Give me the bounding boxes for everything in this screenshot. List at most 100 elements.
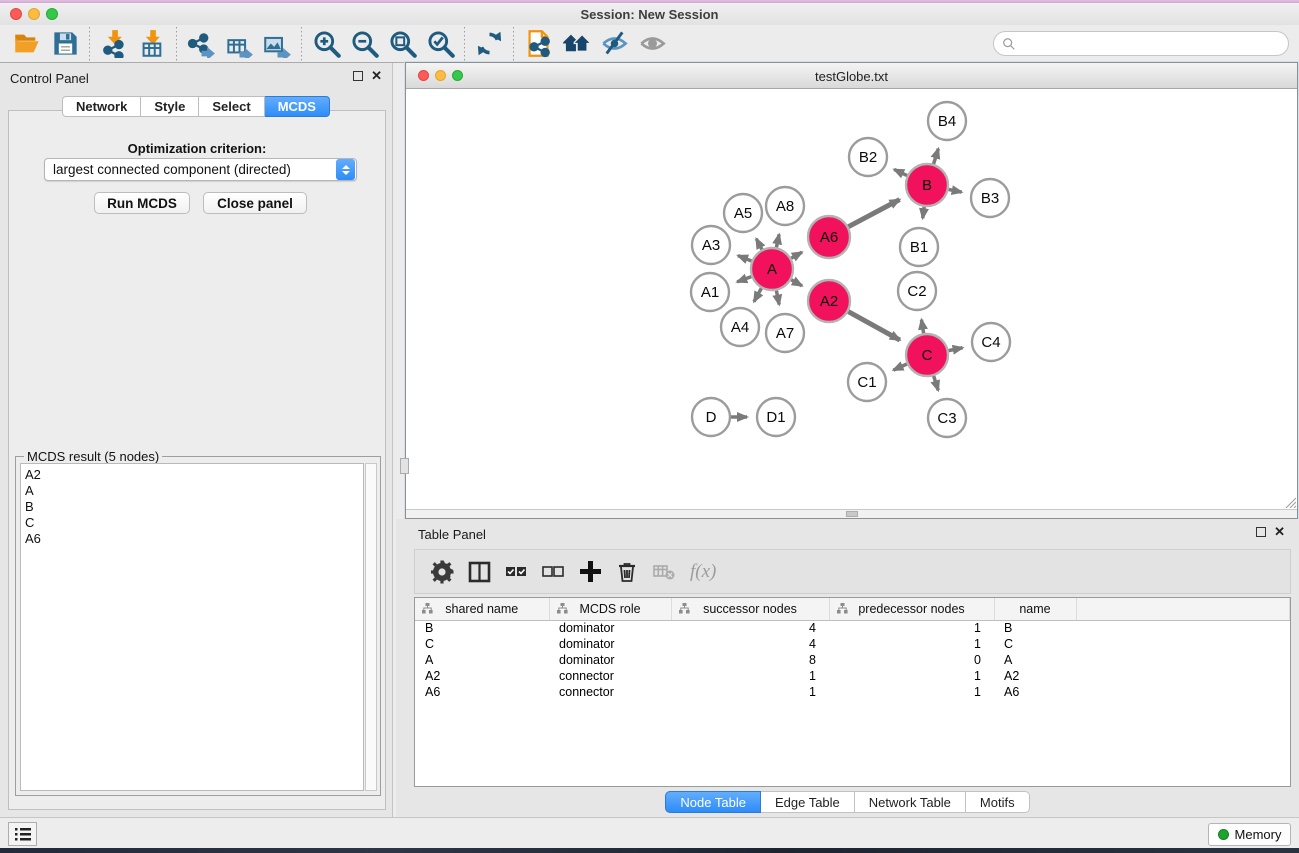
table-cell[interactable]: A6 (994, 684, 1076, 700)
table-cell[interactable]: 4 (671, 636, 829, 652)
float-table-panel-icon[interactable] (1256, 527, 1266, 537)
memory-button[interactable]: Memory (1208, 823, 1291, 846)
delete-column-button[interactable] (616, 557, 639, 587)
deselect-all-button[interactable] (542, 557, 565, 587)
table-cell[interactable]: A (415, 652, 549, 668)
column-header-name[interactable]: name (994, 598, 1076, 620)
resize-grip-icon[interactable] (1284, 496, 1296, 508)
table-cell[interactable]: A2 (415, 668, 549, 684)
mcds-result-item[interactable]: A2 (25, 467, 363, 483)
table-row[interactable]: A2connector11A2 (415, 668, 1290, 684)
network-horizontal-scrollbar[interactable] (406, 509, 1297, 518)
close-table-panel-icon[interactable]: ✕ (1274, 527, 1285, 537)
graph-node-A8[interactable]: A8 (766, 187, 804, 225)
graph-edge-A-A3[interactable] (738, 256, 752, 261)
table-cell[interactable]: 1 (671, 684, 829, 700)
column-header-MCDS-role[interactable]: MCDS role (549, 598, 671, 620)
import-table-button[interactable] (133, 27, 171, 61)
table-cell[interactable]: dominator (549, 620, 671, 636)
table-cell[interactable]: A6 (415, 684, 549, 700)
graph-node-A5[interactable]: A5 (724, 194, 762, 232)
table-cell[interactable]: C (415, 636, 549, 652)
graph-edge-A-A5[interactable] (756, 239, 762, 250)
tab-node-table[interactable]: Node Table (665, 791, 761, 813)
zoom-fit-button[interactable] (383, 27, 421, 61)
graph-edge-B-B4[interactable] (934, 149, 939, 164)
mcds-result-item[interactable]: A6 (25, 531, 363, 547)
graph-edge-B-B2[interactable] (894, 169, 907, 175)
graph-node-D1[interactable]: D1 (757, 398, 795, 436)
graph-edge-B-B1[interactable] (923, 207, 924, 218)
split-view-button[interactable] (468, 557, 491, 587)
column-header-successor-nodes[interactable]: successor nodes (671, 598, 829, 620)
graph-node-A3[interactable]: A3 (692, 226, 730, 264)
table-cell[interactable]: 8 (671, 652, 829, 668)
graph-edge-C-C3[interactable] (934, 376, 939, 390)
mcds-result-item[interactable]: A (25, 483, 363, 499)
graph-node-A1[interactable]: A1 (691, 273, 729, 311)
table-cell[interactable]: 1 (829, 636, 994, 652)
import-network-button[interactable] (95, 27, 133, 61)
column-header-shared-name[interactable]: shared name (415, 598, 549, 620)
graph-node-B[interactable]: B (906, 164, 948, 206)
table-cell[interactable]: B (415, 620, 549, 636)
graph-node-C2[interactable]: C2 (898, 272, 936, 310)
table-cell[interactable]: dominator (549, 636, 671, 652)
task-history-button[interactable] (8, 822, 37, 846)
tab-mcds[interactable]: MCDS (265, 96, 330, 117)
graph-node-B2[interactable]: B2 (849, 138, 887, 176)
graph-node-A2[interactable]: A2 (808, 280, 850, 322)
zoom-out-button[interactable] (345, 27, 383, 61)
hide-selected-button[interactable] (595, 27, 633, 61)
search-field[interactable] (993, 31, 1289, 56)
graph-edge-A-A8[interactable] (776, 234, 779, 247)
table-cell[interactable]: 0 (829, 652, 994, 668)
delete-table-button[interactable] (653, 557, 676, 587)
network-vertical-scroll-thumb[interactable] (400, 458, 409, 474)
graph-edge-A2-C[interactable] (848, 312, 900, 340)
tab-style[interactable]: Style (141, 96, 199, 117)
column-header-predecessor-nodes[interactable]: predecessor nodes (829, 598, 994, 620)
network-window-titlebar[interactable]: testGlobe.txt (406, 63, 1297, 89)
table-cell[interactable]: 4 (671, 620, 829, 636)
table-row[interactable]: Adominator80A (415, 652, 1290, 668)
criterion-dropdown[interactable]: largest connected component (directed) (44, 158, 357, 181)
mcds-result-list[interactable]: A2ABCA6 (20, 463, 364, 791)
table-cell[interactable]: A (994, 652, 1076, 668)
graph-node-C3[interactable]: C3 (928, 399, 966, 437)
open-file-button[interactable] (8, 27, 46, 61)
float-panel-icon[interactable] (353, 71, 363, 81)
table-cell[interactable]: connector (549, 668, 671, 684)
table-cell[interactable]: 1 (671, 668, 829, 684)
network-horizontal-scroll-thumb[interactable] (846, 511, 858, 517)
refresh-button[interactable] (470, 27, 508, 61)
graph-node-B1[interactable]: B1 (900, 228, 938, 266)
gear-button[interactable] (431, 557, 454, 587)
zoom-selected-button[interactable] (421, 27, 459, 61)
function-builder-button[interactable]: f(x) (690, 561, 716, 583)
run-mcds-button[interactable]: Run MCDS (94, 192, 190, 214)
home-button[interactable] (557, 27, 595, 61)
tab-network-table[interactable]: Network Table (855, 791, 966, 813)
table-cell[interactable]: A2 (994, 668, 1076, 684)
close-panel-icon[interactable]: ✕ (371, 71, 382, 81)
table-cell[interactable]: 1 (829, 668, 994, 684)
search-input[interactable] (1016, 36, 1288, 51)
zoom-in-button[interactable] (307, 27, 345, 61)
mcds-list-scrollbar[interactable] (365, 463, 377, 791)
close-panel-button[interactable]: Close panel (203, 192, 307, 214)
network-canvas[interactable]: B4B2BB3A8A5A6A3B1AC2A1A2A4A7C4CC1DD1C3 (406, 89, 1297, 510)
graph-node-A4[interactable]: A4 (721, 308, 759, 346)
tab-edge-table[interactable]: Edge Table (761, 791, 855, 813)
graph-edge-A-A1[interactable] (737, 277, 751, 282)
export-table-button[interactable] (220, 27, 258, 61)
table-cell[interactable]: 1 (829, 684, 994, 700)
table-cell[interactable]: C (994, 636, 1076, 652)
table-row[interactable]: A6connector11A6 (415, 684, 1290, 700)
graph-edge-A-A4[interactable] (754, 288, 761, 301)
graph-edge-A-A2[interactable] (791, 280, 802, 286)
graph-node-A7[interactable]: A7 (766, 314, 804, 352)
table-cell[interactable]: connector (549, 684, 671, 700)
table-cell[interactable]: B (994, 620, 1076, 636)
graph-edge-B-B3[interactable] (949, 189, 962, 192)
